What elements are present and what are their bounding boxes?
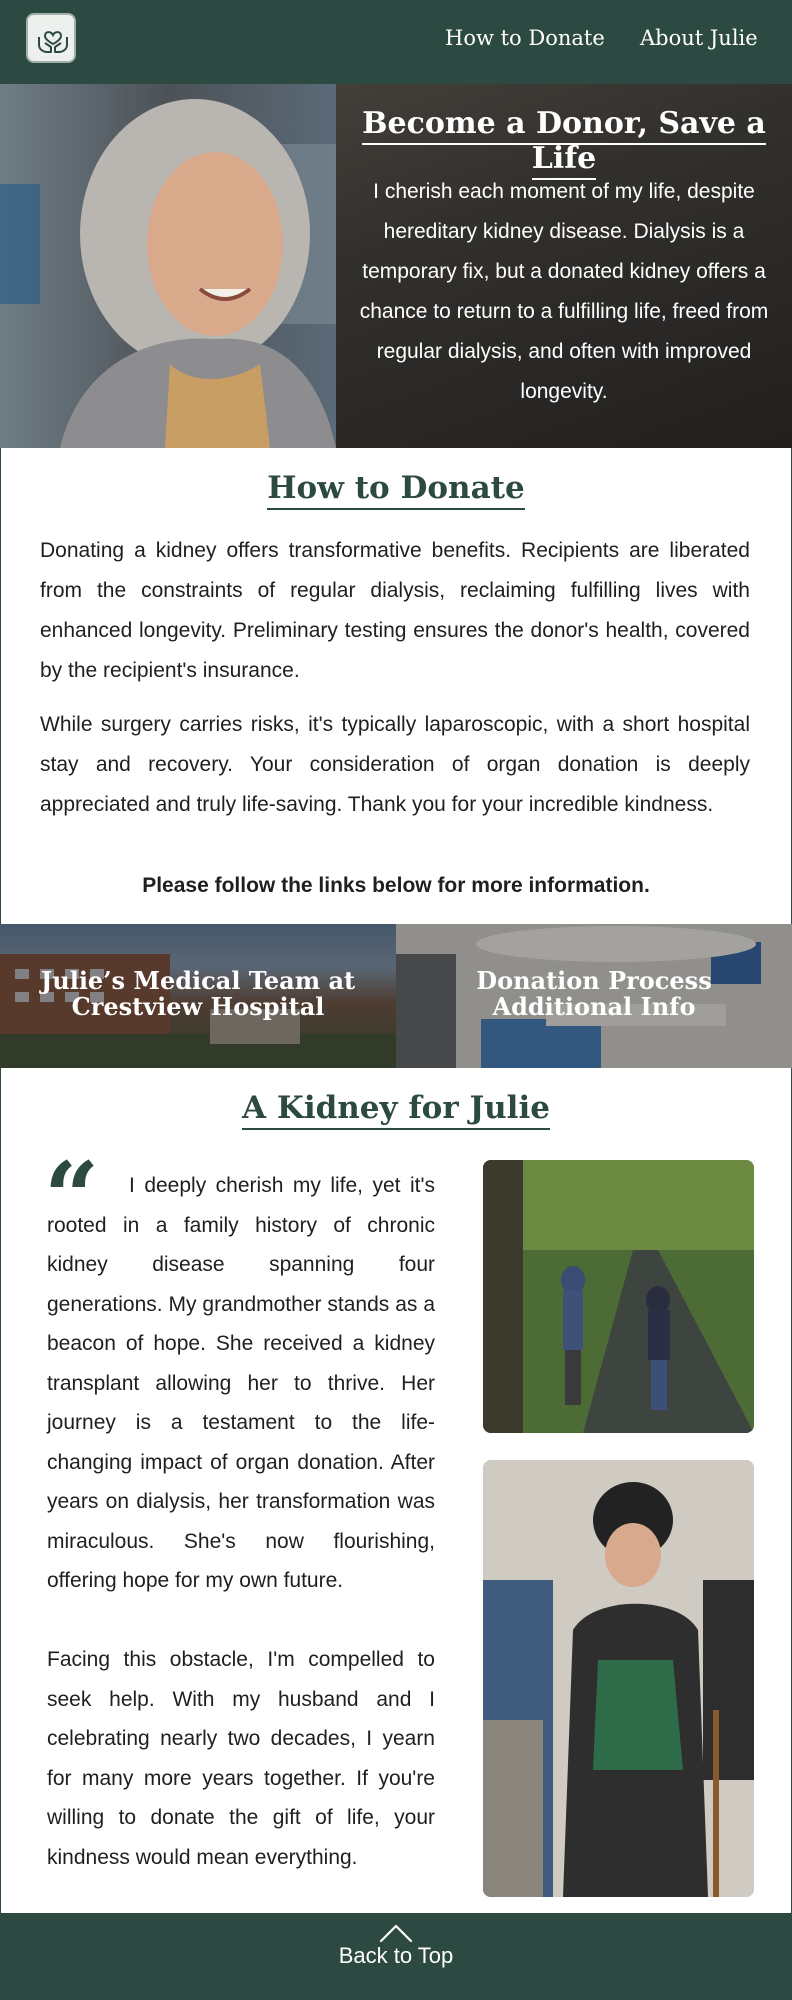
site-header: How to Donate About Julie xyxy=(0,0,792,84)
how-to-donate-heading: How to Donate xyxy=(0,470,792,510)
left-border xyxy=(0,448,1,1913)
site-footer: Back to Top xyxy=(0,1913,792,2000)
donation-process-label: Donation Process Additional Info xyxy=(476,966,712,1021)
info-link-panels: Julie’s Medical Team at Crestview Hospit… xyxy=(0,924,792,1068)
how-to-donate-paragraph-1: Donating a kidney offers transformative … xyxy=(40,539,750,682)
back-to-top-label: Back to Top xyxy=(338,1943,454,1968)
hero-text: I cherish each moment of my life, despit… xyxy=(359,180,769,403)
medical-team-label: Julie’s Medical Team at Crestview Hospit… xyxy=(40,966,356,1021)
medical-team-link[interactable]: Julie’s Medical Team at Crestview Hospit… xyxy=(0,924,396,1068)
back-to-top-button[interactable]: Back to Top xyxy=(0,1923,792,1969)
hero-title: Become a Donor, Save a Life xyxy=(336,106,792,180)
hands-heart-icon xyxy=(38,31,68,53)
julie-story-paragraph-1: I deeply cherish my life, yet it's roote… xyxy=(47,1174,435,1592)
follow-links-note: Please follow the links below for more i… xyxy=(142,874,650,897)
donation-process-link[interactable]: Donation Process Additional Info xyxy=(396,924,792,1068)
photo-couple-walking xyxy=(483,1160,754,1433)
nav-about-julie[interactable]: About Julie xyxy=(640,26,758,50)
site-logo[interactable] xyxy=(26,13,76,63)
kidney-for-julie-heading: A Kidney for Julie xyxy=(0,1090,792,1130)
photo-grandmother xyxy=(483,1460,754,1897)
hero-photo-elderly-woman xyxy=(0,84,336,448)
julie-story-paragraph-2: Facing this obstacle, I'm compelled to s… xyxy=(47,1648,435,1869)
hero-banner: Become a Donor, Save a Life I cherish ea… xyxy=(0,84,792,448)
nav-how-to-donate[interactable]: How to Donate xyxy=(445,26,605,50)
how-to-donate-paragraph-2: While surgery carries risks, it's typica… xyxy=(40,713,750,816)
hero-text-panel: Become a Donor, Save a Life I cherish ea… xyxy=(336,84,792,448)
chevron-up-icon xyxy=(379,1924,413,1943)
